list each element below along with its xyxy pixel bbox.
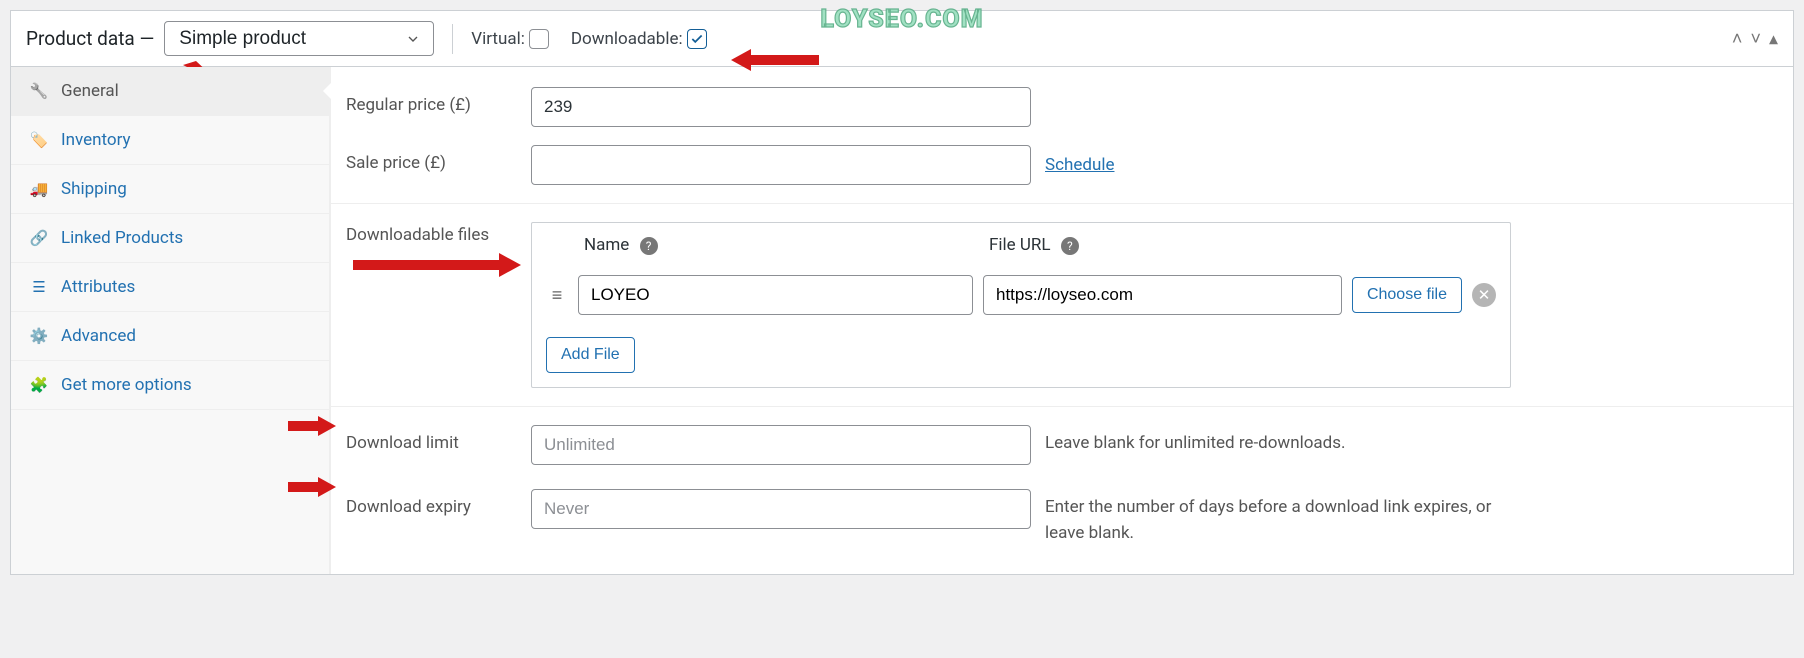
help-icon[interactable]: ? [1061,237,1079,255]
puzzle-icon [29,376,49,394]
tab-content: Regular price (£) Sale price (£) Schedul… [331,67,1793,574]
tab-label: Shipping [61,179,127,199]
panel-header-controls: ˄ ˅ ▴ [1732,28,1778,49]
virtual-label: Virtual: [471,29,525,49]
files-table-footer: Add File [532,327,1510,387]
tab-advanced[interactable]: Advanced [11,312,330,361]
sale-price-input[interactable] [531,145,1031,185]
tab-label: Attributes [61,277,135,297]
choose-file-button[interactable]: Choose file [1352,277,1462,313]
header-url: File URL [989,235,1051,255]
tab-label: Get more options [61,375,192,395]
row-downloadable-files: Downloadable files Name ? [331,204,1793,406]
link-icon [29,229,49,247]
tab-general[interactable]: General [11,67,330,116]
download-limit-input[interactable] [531,425,1031,465]
separator [452,24,453,54]
tab-linked-products[interactable]: Linked Products [11,214,330,263]
files-table-header: Name ? File URL ? [532,223,1510,269]
move-down-icon[interactable]: ˅ [1750,28,1761,49]
tab-label: Inventory [61,130,131,150]
regular-price-input[interactable] [531,87,1031,127]
collapse-icon[interactable]: ▴ [1769,28,1778,49]
label-sale-price: Sale price (£) [331,145,531,181]
tab-get-more-options[interactable]: Get more options [11,361,330,410]
truck-icon [29,180,49,198]
row-sale-price: Sale price (£) Schedule [331,145,1793,203]
label-download-limit: Download limit [331,425,531,461]
annotation-arrow-icon [351,250,521,280]
product-data-panel: LOYSEO.COM Product data — Simple product… [10,10,1794,575]
file-name-input[interactable] [578,275,973,315]
row-download-limit: Download limit Leave blank for unlimited… [331,407,1793,483]
delete-row-icon[interactable]: ✕ [1472,283,1496,307]
tab-attributes[interactable]: Attributes [11,263,330,312]
label-regular-price: Regular price (£) [331,87,531,123]
hint-download-limit: Leave blank for unlimited re-downloads. [1045,431,1346,457]
move-up-icon[interactable]: ˄ [1732,28,1743,49]
header-name: Name [584,235,629,255]
tab-label: General [61,81,119,101]
virtual-checkbox[interactable] [529,29,549,49]
wrench-icon [29,82,49,100]
tab-shipping[interactable]: Shipping [11,165,330,214]
panel-header: Product data — Simple product Virtual: D… [11,11,1793,67]
file-row: ≡ Choose file ✕ [532,269,1510,327]
download-expiry-input[interactable] [531,489,1031,529]
tab-label: Linked Products [61,228,183,248]
row-regular-price: Regular price (£) [331,69,1793,145]
gear-icon [29,327,49,345]
file-url-input[interactable] [983,275,1342,315]
label-downloadable-files: Downloadable files [331,222,531,249]
schedule-link[interactable]: Schedule [1045,155,1114,175]
tab-inventory[interactable]: Inventory [11,116,330,165]
tab-label: Advanced [61,326,136,346]
label-download-expiry: Download expiry [331,489,531,525]
check-icon [690,32,704,46]
panel-title: Product data — [26,27,154,50]
hint-download-expiry: Enter the number of days before a downlo… [1045,495,1505,546]
downloadable-checkbox[interactable] [687,29,707,49]
tag-icon [29,131,49,149]
downloadable-label: Downloadable: [571,29,683,49]
downloadable-files-table: Name ? File URL ? ≡ Cho [531,222,1511,388]
list-icon [29,278,49,296]
panel-body: General Inventory Shipping Linked Produc… [11,67,1793,574]
product-type-select[interactable]: Simple product [164,21,434,56]
row-download-expiry: Download expiry Enter the number of days… [331,483,1793,564]
add-file-button[interactable]: Add File [546,337,635,373]
drag-handle-icon[interactable]: ≡ [546,285,568,306]
product-data-tabs: General Inventory Shipping Linked Produc… [11,67,331,574]
help-icon[interactable]: ? [640,237,658,255]
